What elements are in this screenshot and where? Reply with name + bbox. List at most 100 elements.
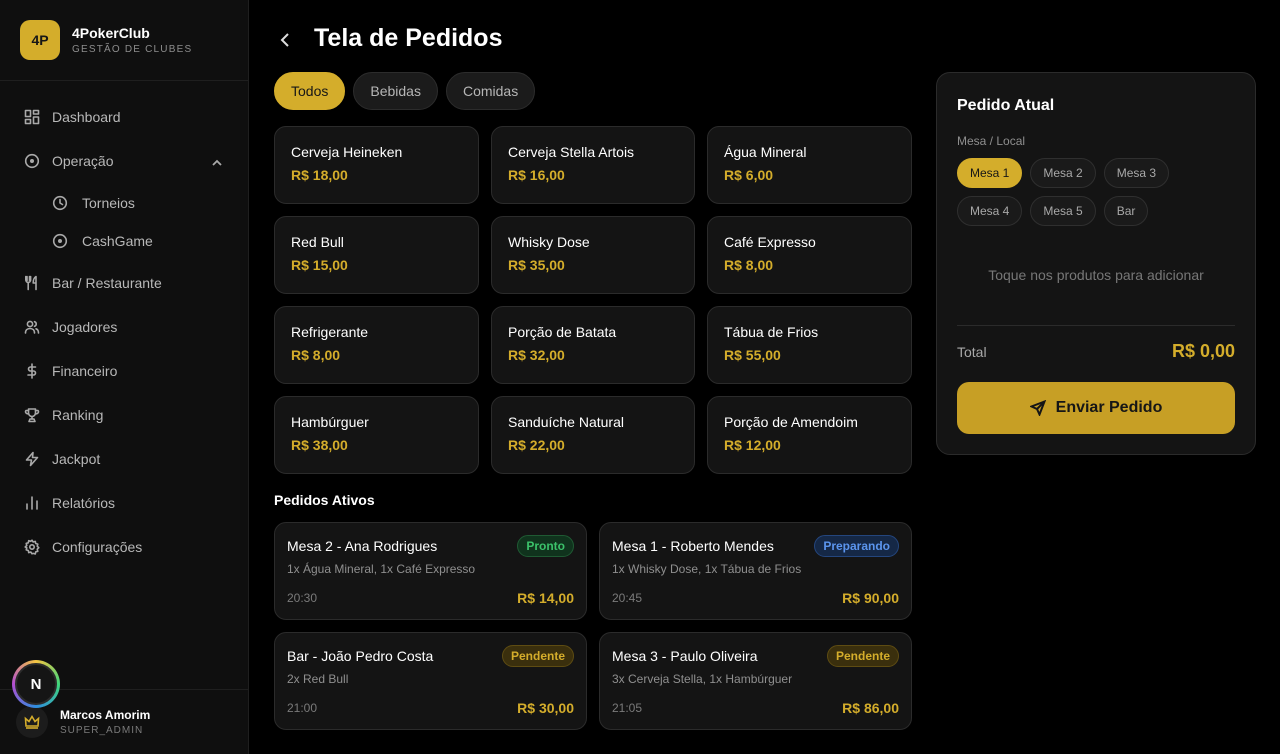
total-label: Total [957,344,987,360]
nav-dashboard[interactable]: Dashboard [24,105,121,129]
dashboard-icon [24,109,40,125]
location-label: Mesa / Local [957,134,1026,148]
product-name: Refrigerante [291,324,369,340]
send-order-button[interactable]: Enviar Pedido [957,382,1235,434]
trophy-icon [24,407,40,423]
status-badge: Pendente [501,645,574,667]
product-grid: Cerveja Heineken R$ 18,00 Cerveja Stella … [274,126,912,474]
product-card[interactable]: Cerveja Heineken R$ 18,00 [274,126,479,204]
clock-icon [52,195,68,211]
nav-label: Jackpot [52,451,101,467]
product-price: R$ 32,00 [508,347,565,363]
nav-label: Relatórios [52,495,116,511]
total-value: R$ 0,00 [1171,341,1235,361]
dev-tools-badge[interactable]: N [12,660,60,708]
nav-jogadores[interactable]: Jogadores [24,315,117,339]
product-price: R$ 15,00 [291,257,348,273]
product-name: Porção de Amendoim [724,414,858,430]
lightning-icon [24,451,40,467]
crown-icon [24,714,40,729]
table-selector: Mesa 1 Mesa 2 Mesa 3 Mesa 4 Mesa 5 Bar [957,158,1237,226]
nav-torneios[interactable]: Torneios [52,191,135,215]
table-option[interactable]: Mesa 5 [1030,196,1096,226]
brand-subtitle: GESTÃO DE CLUBES [72,44,193,55]
nav-ranking[interactable]: Ranking [24,403,103,427]
back-button[interactable] [276,30,296,50]
filter-todos[interactable]: Todos [274,72,346,110]
order-card[interactable]: Bar - João Pedro Costa Pendente 2x Red B… [274,632,587,730]
product-name: Porção de Batata [508,324,617,340]
send-icon [1029,400,1046,416]
filter-comidas[interactable]: Comidas [445,72,536,110]
status-badge: Preparando [814,535,899,557]
nav-label: Configurações [52,539,143,555]
circle-dot-icon [52,233,68,249]
utensils-icon [24,275,40,291]
panel-title: Pedido Atual [957,97,1055,114]
category-filters: Todos Bebidas Comidas [274,72,536,110]
product-card[interactable]: Água Mineral R$ 6,00 [707,126,912,204]
empty-cart-message: Toque nos produtos para adicionar [988,267,1204,283]
product-price: R$ 8,00 [291,347,341,363]
product-card[interactable]: Café Expresso R$ 8,00 [707,216,912,294]
divider [957,325,1235,326]
nav-configuracoes[interactable]: Configurações [24,535,142,559]
nav-label: Torneios [82,195,135,211]
table-option[interactable]: Mesa 2 [1030,158,1096,188]
product-name: Red Bull [291,234,344,250]
nav-relatorios[interactable]: Relatórios [24,491,115,515]
product-name: Café Expresso [724,234,816,250]
table-option[interactable]: Mesa 3 [1103,158,1170,188]
nav-label: Financeiro [52,363,118,379]
gear-icon [24,539,40,555]
filter-bebidas[interactable]: Bebidas [353,72,438,110]
nav-operacao[interactable]: Operação [24,149,113,173]
product-price: R$ 18,00 [291,167,348,183]
product-card[interactable]: Sanduíche Natural R$ 22,00 [491,396,695,474]
product-name: Sanduíche Natural [508,414,624,430]
order-card[interactable]: Mesa 1 - Roberto Mendes Preparando 1x Wh… [599,522,912,620]
product-card[interactable]: Porção de Amendoim R$ 12,00 [707,396,912,474]
order-items: 1x Água Mineral, 1x Café Expresso [287,562,476,576]
brand-name: 4PokerClub [72,25,150,41]
nav-financeiro[interactable]: Financeiro [24,359,117,383]
bar-chart-icon [24,495,40,511]
order-total: R$ 90,00 [842,590,899,606]
nav-label: CashGame [82,233,153,249]
order-items: 2x Red Bull [287,672,349,686]
product-price: R$ 38,00 [291,437,348,453]
table-option[interactable]: Mesa 4 [957,196,1023,226]
chevron-up-icon[interactable] [211,156,223,168]
order-items: 3x Cerveja Stella, 1x Hambúrguer [612,672,793,686]
product-price: R$ 22,00 [508,437,565,453]
product-card[interactable]: Cerveja Stella Artois R$ 16,00 [491,126,695,204]
user-name: Marcos Amorim [60,708,151,722]
product-price: R$ 16,00 [508,167,565,183]
divider [0,80,249,81]
table-option[interactable]: Bar [1103,196,1149,226]
order-card[interactable]: Mesa 3 - Paulo Oliveira Pendente 3x Cerv… [599,632,912,730]
sidebar: 4P 4PokerClub GESTÃO DE CLUBES Dashboard… [0,0,249,754]
status-badge: Pendente [826,645,899,667]
nav-label: Bar / Restaurante [52,275,162,291]
product-card[interactable]: Hambúrguer R$ 38,00 [274,396,479,474]
nav-cashgame[interactable]: CashGame [52,229,153,253]
product-price: R$ 8,00 [724,257,774,273]
nav-bar-restaurante[interactable]: Bar / Restaurante [24,271,162,295]
send-order-label: Enviar Pedido [1055,399,1163,416]
product-card[interactable]: Whisky Dose R$ 35,00 [491,216,695,294]
status-badge: Pronto [517,535,574,557]
user-profile[interactable]: Marcos Amorim SUPER_ADMIN [16,706,150,738]
order-time: 20:30 [287,591,318,605]
product-card[interactable]: Porção de Batata R$ 32,00 [491,306,695,384]
order-card[interactable]: Mesa 2 - Ana Rodrigues Pronto 1x Água Mi… [274,522,587,620]
nav-jackpot[interactable]: Jackpot [24,447,100,471]
product-card[interactable]: Red Bull R$ 15,00 [274,216,479,294]
users-icon [24,319,40,335]
table-option[interactable]: Mesa 1 [957,158,1023,188]
product-price: R$ 35,00 [508,257,565,273]
product-name: Água Mineral [724,144,807,160]
product-card[interactable]: Refrigerante R$ 8,00 [274,306,479,384]
product-card[interactable]: Tábua de Frios R$ 55,00 [707,306,912,384]
chevron-left-icon [280,33,289,47]
